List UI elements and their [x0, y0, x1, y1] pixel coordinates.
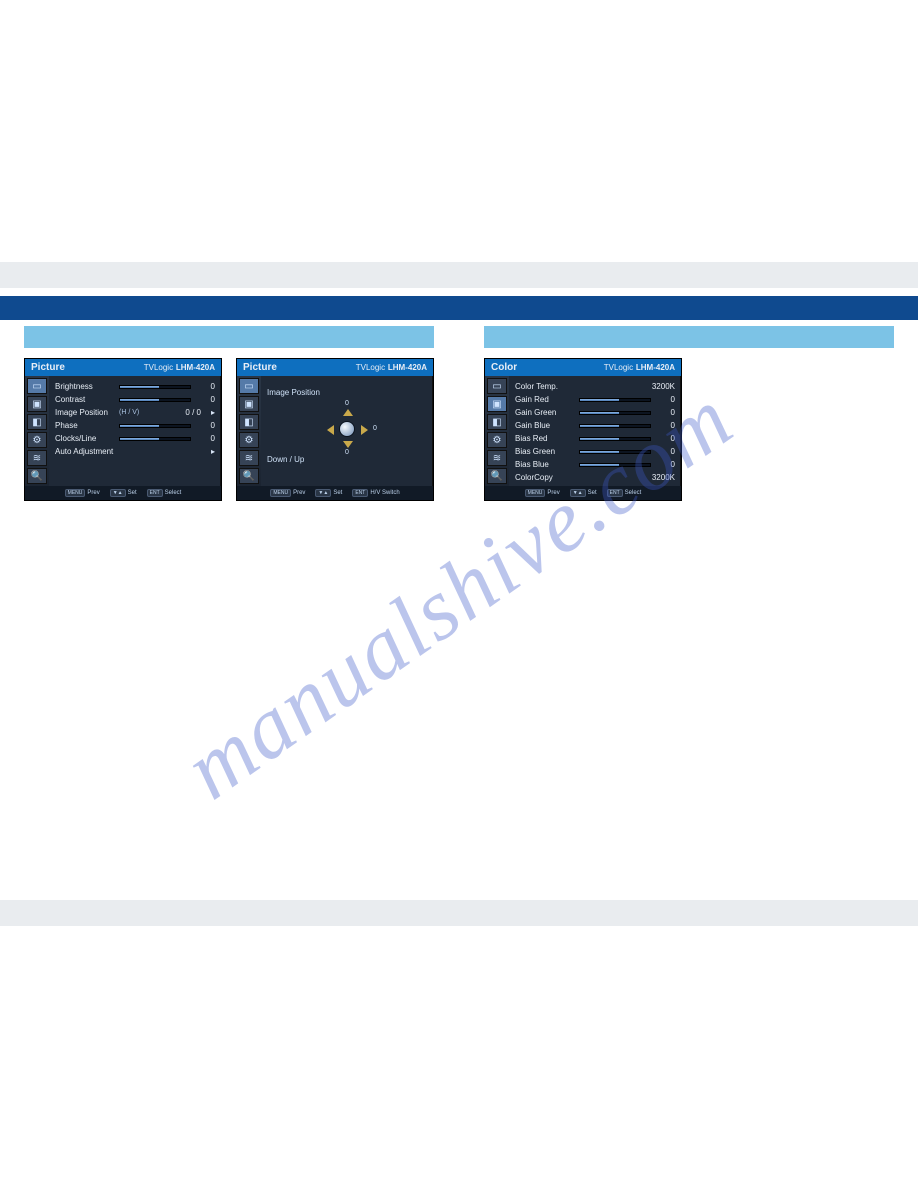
slider-brightness[interactable] — [119, 385, 191, 389]
left-column: Picture TVLogic LHM-420A ▭ ▣ ◧ ⚙ ≋ 🔍 — [24, 326, 434, 501]
sidebar-icon-picture[interactable]: ▭ — [239, 378, 259, 394]
row-contrast[interactable]: Contrast 0 — [55, 393, 215, 406]
footer-select: ENTSelect — [607, 489, 642, 497]
sidebar-icon-zoom[interactable]: 🔍 — [239, 468, 259, 484]
right-section-band — [484, 326, 894, 348]
sidebar-icon-picture[interactable]: ▭ — [27, 378, 47, 394]
arrow-down-icon[interactable] — [343, 441, 353, 448]
right-osd-row: Color TVLogic LHM-420A ▭ ▣ ◧ ⚙ ≋ 🔍 — [484, 358, 894, 501]
slider-contrast[interactable] — [119, 398, 191, 402]
dpad[interactable]: 0 0 0 — [317, 403, 377, 453]
sidebar-icon-color[interactable]: ▣ — [27, 396, 47, 412]
row-colortemp[interactable]: Color Temp. 3200K — [515, 380, 675, 393]
slider-clocksline[interactable] — [119, 437, 191, 441]
footer-menu: MENUPrev — [525, 489, 560, 497]
row-bias-green[interactable]: Bias Green 0 — [515, 445, 675, 458]
val-right: 0 — [373, 425, 377, 432]
top-separator-band — [0, 262, 918, 288]
osd-picture: Picture TVLogic LHM-420A ▭ ▣ ◧ ⚙ ≋ 🔍 — [24, 358, 222, 501]
footer-menu: MENUPrev — [65, 489, 100, 497]
footer-set: ▼▲Set — [570, 489, 597, 497]
sidebar-icon-color[interactable]: ▣ — [487, 396, 507, 412]
osd-imgpos-content: Image Position 0 0 0 Down / Up — [261, 376, 433, 486]
row-clocksline[interactable]: Clocks/Line 0 — [55, 432, 215, 445]
sidebar-icon-color[interactable]: ▣ — [239, 396, 259, 412]
sidebar-icon-setup[interactable]: ⚙ — [239, 432, 259, 448]
osd-brand: TVLogic LHM-420A — [144, 362, 215, 373]
sidebar-icon-signal[interactable]: ≋ — [239, 450, 259, 466]
row-brightness[interactable]: Brightness 0 — [55, 380, 215, 393]
sidebar-icon-setup[interactable]: ⚙ — [487, 432, 507, 448]
navy-heading-band — [0, 296, 918, 320]
sidebar-icon-zoom[interactable]: 🔍 — [487, 468, 507, 484]
bottom-separator-band — [0, 900, 918, 926]
slider-bias-red[interactable] — [579, 437, 651, 441]
row-phase[interactable]: Phase 0 — [55, 419, 215, 432]
footer-hvswitch: ENTH/V Switch — [352, 489, 399, 497]
arrow-up-icon[interactable] — [343, 409, 353, 416]
osd-brand: TVLogic LHM-420A — [356, 362, 427, 373]
slider-bias-green[interactable] — [579, 450, 651, 454]
sidebar-icon-setup[interactable]: ⚙ — [27, 432, 47, 448]
osd-color: Color TVLogic LHM-420A ▭ ▣ ◧ ⚙ ≋ 🔍 — [484, 358, 682, 501]
footer-set: ▼▲Set — [315, 489, 342, 497]
slider-phase[interactable] — [119, 424, 191, 428]
imgpos-sub: Down / Up — [267, 455, 427, 464]
footer-menu: MENUPrev — [270, 489, 305, 497]
dpad-center-icon[interactable] — [339, 421, 355, 437]
osd-color-content: Color Temp. 3200K Gain Red 0 Gain Green … — [509, 376, 681, 486]
sidebar-icon-pip[interactable]: ◧ — [487, 414, 507, 430]
left-osd-row: Picture TVLogic LHM-420A ▭ ▣ ◧ ⚙ ≋ 🔍 — [24, 358, 434, 501]
sidebar-icon-zoom[interactable]: 🔍 — [27, 468, 47, 484]
osd-image-position: Picture TVLogic LHM-420A ▭ ▣ ◧ ⚙ ≋ 🔍 — [236, 358, 434, 501]
slider-gain-green[interactable] — [579, 411, 651, 415]
osd-footer: MENUPrev ▼▲Set ENTSelect — [485, 486, 681, 500]
osd-brand: TVLogic LHM-420A — [604, 362, 675, 373]
osd-imgpos-titlebar: Picture TVLogic LHM-420A — [237, 359, 433, 376]
osd-sidebar: ▭ ▣ ◧ ⚙ ≋ 🔍 — [25, 376, 49, 486]
osd-footer: MENUPrev ▼▲Set ENTSelect — [25, 486, 221, 500]
slider-gain-blue[interactable] — [579, 424, 651, 428]
osd-color-titlebar: Color TVLogic LHM-420A — [485, 359, 681, 376]
row-image-position[interactable]: Image Position (H / V) 0 / 0 ▸ — [55, 406, 215, 419]
chevron-right-icon: ▸ — [205, 408, 215, 417]
right-column: Color TVLogic LHM-420A ▭ ▣ ◧ ⚙ ≋ 🔍 — [484, 326, 894, 501]
chevron-right-icon: ▸ — [205, 447, 215, 456]
slider-gain-red[interactable] — [579, 398, 651, 402]
left-section-band — [24, 326, 434, 348]
slider-bias-blue[interactable] — [579, 463, 651, 467]
sidebar-icon-pip[interactable]: ◧ — [239, 414, 259, 430]
osd-sidebar: ▭ ▣ ◧ ⚙ ≋ 🔍 — [485, 376, 509, 486]
osd-sidebar: ▭ ▣ ◧ ⚙ ≋ 🔍 — [237, 376, 261, 486]
osd-color-title: Color — [491, 362, 517, 373]
footer-set: ▼▲Set — [110, 489, 137, 497]
row-gain-green[interactable]: Gain Green 0 — [515, 406, 675, 419]
osd-picture-title: Picture — [31, 362, 65, 373]
footer-select: ENTSelect — [147, 489, 182, 497]
arrow-right-icon[interactable] — [361, 425, 368, 435]
osd-picture-titlebar: Picture TVLogic LHM-420A — [25, 359, 221, 376]
row-colorcopy[interactable]: ColorCopy 3200K — [515, 471, 675, 484]
sidebar-icon-picture[interactable]: ▭ — [487, 378, 507, 394]
page-columns: Picture TVLogic LHM-420A ▭ ▣ ◧ ⚙ ≋ 🔍 — [24, 326, 894, 501]
sidebar-icon-signal[interactable]: ≋ — [27, 450, 47, 466]
osd-imgpos-title: Picture — [243, 362, 277, 373]
val-up: 0 — [345, 400, 349, 407]
sidebar-icon-pip[interactable]: ◧ — [27, 414, 47, 430]
row-gain-red[interactable]: Gain Red 0 — [515, 393, 675, 406]
row-auto-adjustment[interactable]: Auto Adjustment ▸ — [55, 445, 215, 458]
arrow-left-icon[interactable] — [327, 425, 334, 435]
row-bias-blue[interactable]: Bias Blue 0 — [515, 458, 675, 471]
imgpos-heading: Image Position — [267, 388, 427, 397]
row-bias-red[interactable]: Bias Red 0 — [515, 432, 675, 445]
sidebar-icon-signal[interactable]: ≋ — [487, 450, 507, 466]
val-down: 0 — [345, 449, 349, 456]
row-gain-blue[interactable]: Gain Blue 0 — [515, 419, 675, 432]
osd-footer: MENUPrev ▼▲Set ENTH/V Switch — [237, 486, 433, 500]
osd-picture-content: Brightness 0 Contrast 0 Image Position (… — [49, 376, 221, 486]
